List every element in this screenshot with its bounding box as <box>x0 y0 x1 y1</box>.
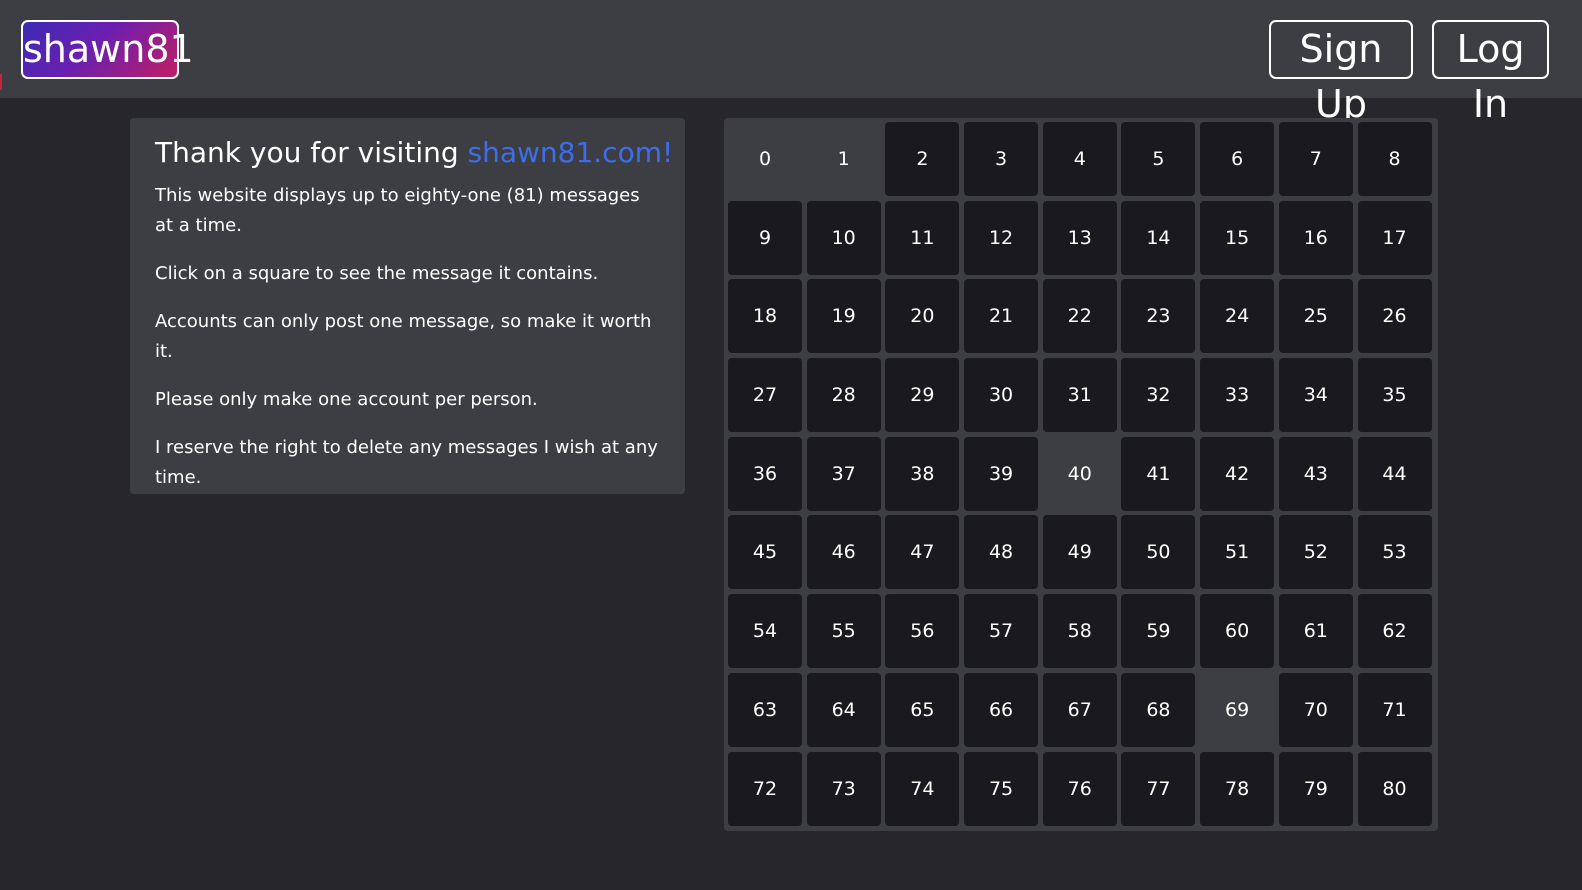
message-square-58[interactable]: 58 <box>1042 594 1117 669</box>
message-square-29[interactable]: 29 <box>885 358 960 433</box>
message-square-77[interactable]: 77 <box>1121 751 1196 826</box>
message-square-23[interactable]: 23 <box>1121 279 1196 354</box>
message-square-79[interactable]: 79 <box>1278 751 1353 826</box>
message-square-1[interactable]: 1 <box>807 122 881 196</box>
message-square-2[interactable]: 2 <box>885 122 960 196</box>
message-square-73[interactable]: 73 <box>806 751 881 826</box>
message-square-70[interactable]: 70 <box>1278 672 1353 747</box>
message-square-46[interactable]: 46 <box>806 515 881 590</box>
message-square-74[interactable]: 74 <box>885 751 960 826</box>
site-link[interactable]: shawn81.com! <box>468 136 674 169</box>
message-square-41[interactable]: 41 <box>1121 436 1196 511</box>
info-paragraph-4: Please only make one account per person. <box>155 389 538 410</box>
message-square-17[interactable]: 17 <box>1357 200 1432 275</box>
message-square-78[interactable]: 78 <box>1200 751 1275 826</box>
edge-marker <box>0 74 2 90</box>
message-square-22[interactable]: 22 <box>1042 279 1117 354</box>
info-paragraph-3: Accounts can only post one message, so m… <box>155 311 652 362</box>
message-square-11[interactable]: 11 <box>885 200 960 275</box>
message-square-34[interactable]: 34 <box>1278 358 1353 433</box>
message-square-75[interactable]: 75 <box>964 751 1039 826</box>
message-square-9[interactable]: 9 <box>728 200 802 275</box>
message-square-55[interactable]: 55 <box>806 594 881 669</box>
message-square-3[interactable]: 3 <box>964 122 1039 196</box>
message-square-44[interactable]: 44 <box>1357 436 1432 511</box>
message-square-37[interactable]: 37 <box>806 436 881 511</box>
message-square-57[interactable]: 57 <box>964 594 1039 669</box>
message-square-24[interactable]: 24 <box>1200 279 1275 354</box>
message-square-52[interactable]: 52 <box>1278 515 1353 590</box>
message-square-35[interactable]: 35 <box>1357 358 1432 433</box>
message-square-15[interactable]: 15 <box>1200 200 1275 275</box>
message-square-38[interactable]: 38 <box>885 436 960 511</box>
message-square-28[interactable]: 28 <box>806 358 881 433</box>
message-square-32[interactable]: 32 <box>1121 358 1196 433</box>
message-square-43[interactable]: 43 <box>1278 436 1353 511</box>
message-square-56[interactable]: 56 <box>885 594 960 669</box>
message-square-49[interactable]: 49 <box>1042 515 1117 590</box>
navbar: shawn81 Sign Up Log In <box>0 0 1582 126</box>
message-square-63[interactable]: 63 <box>728 672 802 747</box>
message-square-4[interactable]: 4 <box>1042 122 1117 196</box>
log-in-button[interactable]: Log In <box>1432 20 1549 126</box>
message-square-40[interactable]: 40 <box>1043 437 1117 511</box>
message-square-67[interactable]: 67 <box>1042 672 1117 747</box>
message-square-20[interactable]: 20 <box>885 279 960 354</box>
message-square-42[interactable]: 42 <box>1200 436 1275 511</box>
message-square-72[interactable]: 72 <box>728 751 802 826</box>
message-square-14[interactable]: 14 <box>1121 200 1196 275</box>
message-square-76[interactable]: 76 <box>1042 751 1117 826</box>
message-grid: 0 1 2 3 4 5 6 7 8 9 10 11 12 13 14 15 16 17 18 19 20 21 22 23 24… <box>724 118 1438 831</box>
message-square-71[interactable]: 71 <box>1357 672 1432 747</box>
message-square-26[interactable]: 26 <box>1357 279 1432 354</box>
message-square-8[interactable]: 8 <box>1357 122 1432 196</box>
message-square-48[interactable]: 48 <box>964 515 1039 590</box>
message-square-68[interactable]: 68 <box>1121 672 1196 747</box>
message-square-36[interactable]: 36 <box>728 436 802 511</box>
message-square-0[interactable]: 0 <box>728 122 802 196</box>
message-square-66[interactable]: 66 <box>964 672 1039 747</box>
info-paragraph-5: I reserve the right to delete any messag… <box>155 437 658 488</box>
message-square-45[interactable]: 45 <box>728 515 802 590</box>
message-square-5[interactable]: 5 <box>1121 122 1196 196</box>
message-square-61[interactable]: 61 <box>1278 594 1353 669</box>
info-card: Thank you for visiting shawn81.com! This… <box>130 118 685 494</box>
message-square-31[interactable]: 31 <box>1042 358 1117 433</box>
message-square-6[interactable]: 6 <box>1200 122 1275 196</box>
info-title-text: Thank you for visiting <box>155 136 468 169</box>
info-paragraph-2: Click on a square to see the message it … <box>155 263 599 284</box>
message-square-16[interactable]: 16 <box>1278 200 1353 275</box>
message-square-51[interactable]: 51 <box>1200 515 1275 590</box>
message-square-30[interactable]: 30 <box>964 358 1039 433</box>
info-paragraph-1: This website displays up to eighty-one (… <box>155 185 640 236</box>
message-square-33[interactable]: 33 <box>1200 358 1275 433</box>
message-square-64[interactable]: 64 <box>806 672 881 747</box>
message-square-39[interactable]: 39 <box>964 436 1039 511</box>
sign-up-button[interactable]: Sign Up <box>1269 20 1413 126</box>
message-square-60[interactable]: 60 <box>1200 594 1275 669</box>
message-square-10[interactable]: 10 <box>806 200 881 275</box>
info-title: Thank you for visiting shawn81.com! <box>155 136 673 169</box>
message-square-80[interactable]: 80 <box>1357 751 1432 826</box>
message-square-21[interactable]: 21 <box>964 279 1039 354</box>
message-square-12[interactable]: 12 <box>964 200 1039 275</box>
message-square-47[interactable]: 47 <box>885 515 960 590</box>
message-square-19[interactable]: 19 <box>806 279 881 354</box>
message-square-59[interactable]: 59 <box>1121 594 1196 669</box>
message-square-69[interactable]: 69 <box>1200 673 1274 747</box>
message-square-27[interactable]: 27 <box>728 358 802 433</box>
message-square-18[interactable]: 18 <box>728 279 802 354</box>
message-square-65[interactable]: 65 <box>885 672 960 747</box>
message-square-53[interactable]: 53 <box>1357 515 1432 590</box>
message-square-62[interactable]: 62 <box>1357 594 1432 669</box>
message-square-25[interactable]: 25 <box>1278 279 1353 354</box>
message-square-7[interactable]: 7 <box>1278 122 1353 196</box>
message-square-13[interactable]: 13 <box>1042 200 1117 275</box>
message-square-54[interactable]: 54 <box>728 594 802 669</box>
message-square-50[interactable]: 50 <box>1121 515 1196 590</box>
brand-logo-button[interactable]: shawn81 <box>21 20 194 79</box>
